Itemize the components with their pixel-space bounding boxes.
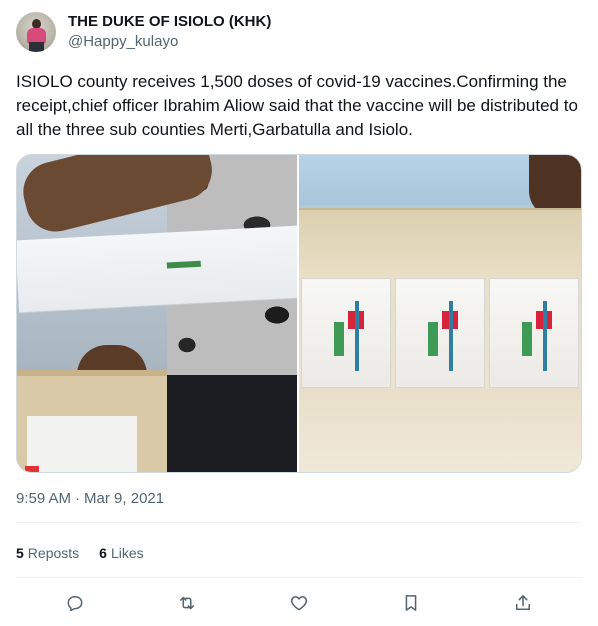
- author-handle[interactable]: @Happy_kulayo: [68, 32, 271, 52]
- tweet-timestamp[interactable]: 9:59 AM · Mar 9, 2021: [16, 489, 164, 509]
- media-photo-left[interactable]: [17, 155, 299, 472]
- share-button[interactable]: [512, 592, 534, 614]
- author-display-name[interactable]: THE DUKE OF ISIOLO (KHK): [68, 12, 271, 32]
- share-icon: [516, 595, 530, 610]
- divider: [16, 522, 582, 523]
- tweet-media: [16, 154, 582, 473]
- bookmark-icon: [405, 595, 417, 611]
- tweet-time: 9:59 AM: [16, 490, 72, 507]
- author-info: THE DUKE OF ISIOLO (KHK) @Happy_kulayo: [68, 12, 271, 52]
- media-photo-right[interactable]: [299, 155, 581, 472]
- tweet-header: THE DUKE OF ISIOLO (KHK) @Happy_kulayo: [16, 12, 271, 52]
- likes-stat[interactable]: 6 Likes: [99, 545, 143, 561]
- reply-button[interactable]: [64, 592, 86, 614]
- tweet-stats: 5 Reposts 6 Likes: [16, 539, 164, 567]
- reposts-count: 5: [16, 545, 24, 561]
- divider: [16, 577, 582, 578]
- bookmark-button[interactable]: [400, 592, 422, 614]
- avatar[interactable]: [16, 12, 56, 52]
- tweet-actions: [16, 588, 582, 618]
- tweet-text: ISIOLO county receives 1,500 doses of co…: [16, 72, 578, 139]
- likes-count: 6: [99, 545, 107, 561]
- timestamp-separator: ·: [75, 490, 81, 507]
- heart-icon: [290, 596, 308, 611]
- tweet-card: THE DUKE OF ISIOLO (KHK) @Happy_kulayo I…: [0, 0, 598, 626]
- reposts-label: Reposts: [27, 545, 80, 561]
- tweet-date: Mar 9, 2021: [84, 490, 165, 507]
- likes-label: Likes: [110, 545, 144, 561]
- reply-icon: [67, 596, 83, 612]
- repost-button[interactable]: [176, 592, 198, 614]
- reposts-stat[interactable]: 5 Reposts: [16, 545, 79, 561]
- repost-icon: [180, 596, 194, 610]
- like-button[interactable]: [288, 592, 310, 614]
